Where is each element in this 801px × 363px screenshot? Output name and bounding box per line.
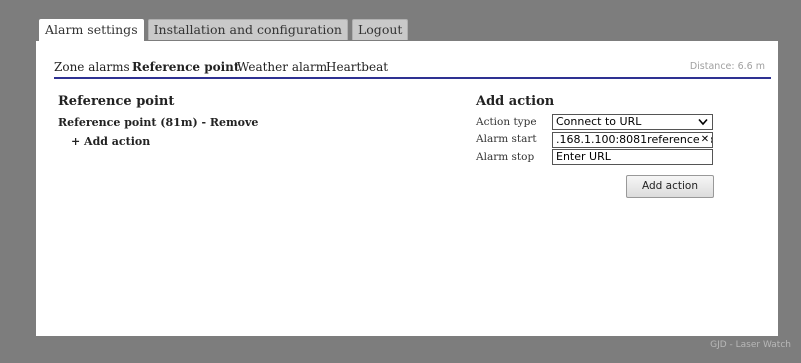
sub-tab-weather-alarm[interactable]: Weather alarm [237,60,327,74]
top-tab-bar: Alarm settings Installation and configur… [39,19,409,42]
sub-tab-reference-point[interactable]: Reference point [132,60,239,74]
action-type-value: Connect to URL [556,115,642,128]
action-type-select[interactable]: Connect to URL [552,114,713,130]
chevron-down-icon [698,118,708,126]
alarm-stop-input[interactable]: Enter URL [552,149,713,165]
alarm-start-value: .168.1.100:8081referencepoint [556,133,713,146]
alarm-stop-label: Alarm stop [476,151,535,163]
sub-tab-zone-alarms[interactable]: Zone alarms [54,60,130,74]
reference-point-label: Reference point (81m) - [58,116,210,129]
remove-link[interactable]: Remove [210,116,259,129]
tab-logout[interactable]: Logout [351,19,409,40]
add-action-link[interactable]: + Add action [71,135,150,148]
alarm-stop-value: Enter URL [556,150,611,163]
footer-brand: GJD - Laser Watch [710,340,791,350]
reference-point-title: Reference point [58,94,175,109]
sub-tab-heartbeat[interactable]: Heartbeat [326,60,388,74]
main-panel: Zone alarms Reference point Weather alar… [36,41,778,336]
reference-point-item: Reference point (81m) - Remove [58,116,258,129]
tab-alarm-settings[interactable]: Alarm settings [39,19,144,42]
alarm-start-input[interactable]: .168.1.100:8081referencepoint ✕ [552,132,713,148]
tab-installation-configuration[interactable]: Installation and configuration [147,19,348,40]
add-action-title: Add action [476,94,555,109]
sub-tab-bar: Zone alarms Reference point Weather alar… [54,59,771,79]
action-type-label: Action type [476,116,537,128]
clear-icon[interactable]: ✕ [699,133,711,147]
add-action-button[interactable]: Add action [626,175,714,198]
alarm-start-label: Alarm start [476,133,537,145]
distance-readout: Distance: 6.6 m [689,61,765,72]
